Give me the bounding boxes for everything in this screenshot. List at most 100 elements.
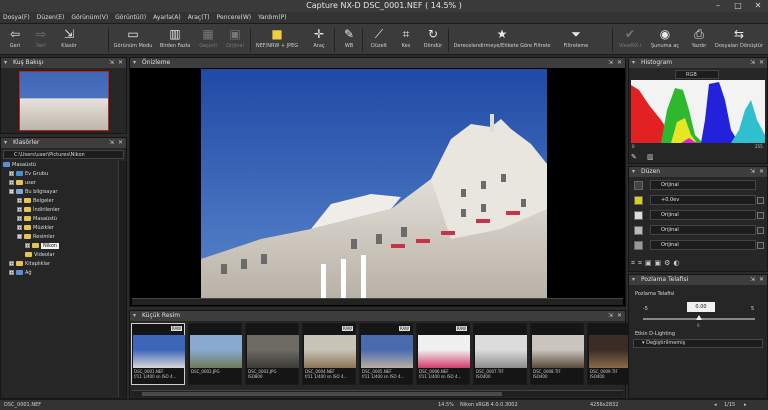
tree-item-nikon[interactable]: + Nikon bbox=[3, 242, 60, 251]
pin-icon[interactable]: ⇲ bbox=[608, 311, 613, 321]
close-window-button[interactable]: ✕ bbox=[748, 0, 768, 12]
original-button[interactable]: ▣ Orijinal bbox=[222, 26, 248, 54]
wb-button[interactable]: ✎ WB bbox=[338, 26, 360, 54]
thumbnail-item[interactable]: DSC_0002.JPG bbox=[188, 323, 242, 385]
expand-icon[interactable]: + bbox=[17, 216, 22, 221]
close-icon[interactable]: ✕ bbox=[118, 58, 123, 68]
expand-icon[interactable]: + bbox=[9, 180, 14, 185]
adjustment-checkbox[interactable] bbox=[757, 227, 764, 234]
browse-button[interactable]: ⇲ Klasör bbox=[56, 26, 82, 54]
collapse-icon[interactable]: – bbox=[9, 189, 14, 194]
thumbnail-item[interactable]: DSC_0003.JPG ISO800 bbox=[245, 323, 299, 385]
nef-jpeg-button[interactable]: ■ NEF/NRW + JPEG bbox=[252, 26, 302, 54]
rating-filter-button[interactable]: ★ Derecelendirmeye/Etikete Göre Filtrele bbox=[450, 26, 554, 54]
maximize-button[interactable]: □ bbox=[728, 0, 748, 12]
d-lighting-select[interactable]: ▾ Değiştirilmemiş bbox=[633, 339, 763, 348]
tree-item-documents[interactable]: + Belgeler bbox=[3, 197, 60, 206]
info-tab-icon[interactable]: ▥ bbox=[647, 153, 657, 162]
pin-icon[interactable]: ⇲ bbox=[750, 275, 755, 285]
tree-item-homegroup[interactable]: + Ev Grubu bbox=[3, 170, 60, 179]
convert-files-button[interactable]: ⇆ Dosyaları Dönüştür bbox=[712, 26, 766, 54]
exposure-slider-thumb[interactable] bbox=[696, 315, 702, 320]
tree-item-videos[interactable]: Videolar bbox=[3, 251, 60, 260]
thumbnail-item[interactable]: DSC_0007.TIF ISO400 bbox=[473, 323, 527, 385]
collapse-icon[interactable]: – bbox=[17, 234, 22, 239]
thumbnail-scrollbar[interactable] bbox=[132, 390, 623, 397]
multi-view-button[interactable]: ▥ Birden Fazla bbox=[157, 26, 193, 54]
menu-edit[interactable]: Düzen(E) bbox=[37, 12, 65, 23]
view-mode-button[interactable]: ▭ Görünüm Modu bbox=[112, 26, 154, 54]
expand-icon[interactable]: + bbox=[9, 171, 14, 176]
viewer-scrollbar[interactable] bbox=[132, 298, 623, 305]
thumbnail-item[interactable]: RAW DSC_0005.NEF f/11 1/400 sn ISO 4... bbox=[359, 323, 413, 385]
close-icon[interactable]: ✕ bbox=[617, 311, 622, 321]
thumbnail-item[interactable]: RAW DSC_0001.NEF f/11 1/400 sn ISO 4... bbox=[131, 323, 185, 385]
folder-scrollbar[interactable] bbox=[118, 161, 126, 397]
adjustment-checkbox[interactable] bbox=[757, 242, 764, 249]
pin-icon[interactable]: ⇲ bbox=[109, 58, 114, 68]
folder-path-field[interactable]: C:\Users\user\Pictures\Nikon bbox=[3, 150, 124, 159]
adjustment-row[interactable]: Orijinal bbox=[630, 240, 766, 252]
overview-thumbnail[interactable] bbox=[19, 71, 109, 131]
expand-icon[interactable]: + bbox=[25, 243, 30, 248]
menu-help[interactable]: Yardım(P) bbox=[258, 12, 287, 23]
scrollbar-thumb[interactable] bbox=[142, 392, 502, 396]
menu-image[interactable]: Görüntü(I) bbox=[115, 12, 146, 23]
expand-icon[interactable]: + bbox=[9, 261, 14, 266]
menu-tools[interactable]: Araç(T) bbox=[188, 12, 210, 23]
minimize-button[interactable]: – bbox=[708, 0, 728, 12]
channel-select[interactable]: RGB bbox=[675, 70, 719, 79]
menu-file[interactable]: Dosya(F) bbox=[3, 12, 30, 23]
tree-item-this-pc[interactable]: – Bu bilgisayar bbox=[3, 188, 60, 197]
close-icon[interactable]: ✕ bbox=[759, 167, 764, 177]
expand-icon[interactable]: + bbox=[17, 225, 22, 230]
back-button[interactable]: ⇦ Geri bbox=[4, 26, 26, 54]
pin-icon[interactable]: ⇲ bbox=[109, 138, 114, 148]
thumbnail-item[interactable]: RAW DSC_0006.NEF f/11 1/400 sn ISO 4... bbox=[416, 323, 470, 385]
tree-item-libraries[interactable]: + Kitaplıklar bbox=[3, 260, 60, 269]
adjustment-tools-row[interactable]: ⌗⌗▣▣⚙◐ bbox=[631, 257, 765, 269]
prev-icon[interactable]: ◂ bbox=[714, 400, 717, 410]
expand-icon[interactable]: + bbox=[17, 198, 22, 203]
tree-item-network[interactable]: + Ağ bbox=[3, 269, 60, 278]
filter-button[interactable]: ⏷ Filtreleme bbox=[556, 26, 596, 54]
crop-button[interactable]: ⌗ Kes bbox=[394, 26, 418, 54]
tree-item-user[interactable]: + user bbox=[3, 179, 60, 188]
print-button[interactable]: ⎙ Yazdır bbox=[686, 26, 712, 54]
close-icon[interactable]: ✕ bbox=[759, 275, 764, 285]
adjustment-row[interactable]: +0.0ev bbox=[630, 195, 766, 207]
close-icon[interactable]: ✕ bbox=[759, 58, 764, 68]
adjustment-row[interactable]: Orijinal bbox=[630, 210, 766, 222]
next-icon[interactable]: ▸ bbox=[744, 400, 747, 410]
expand-icon[interactable]: + bbox=[17, 207, 22, 212]
expand-icon[interactable]: + bbox=[9, 270, 14, 275]
main-photo[interactable] bbox=[201, 69, 547, 298]
exposure-value-field[interactable]: 0.00 bbox=[687, 302, 715, 312]
edit-tab-icon[interactable]: ✎ bbox=[631, 153, 641, 162]
menu-view[interactable]: Görünüm(V) bbox=[71, 12, 108, 23]
rotate-button[interactable]: ↻ Döndür bbox=[420, 26, 446, 54]
tool-button[interactable]: ✛ Araç bbox=[306, 26, 332, 54]
tree-item-desktop2[interactable]: + Masaüstü bbox=[3, 215, 60, 224]
forward-button[interactable]: ⇨ İleri bbox=[30, 26, 52, 54]
revert-button[interactable]: ▦ Geçerli bbox=[195, 26, 221, 54]
close-icon[interactable]: ✕ bbox=[118, 138, 123, 148]
pin-icon[interactable]: ⇲ bbox=[750, 58, 755, 68]
menu-window[interactable]: Pencere(W) bbox=[217, 12, 252, 23]
pin-icon[interactable]: ⇲ bbox=[750, 167, 755, 177]
tree-item-pictures[interactable]: – Resimler bbox=[3, 233, 60, 242]
adjustment-row[interactable]: Orijinal bbox=[630, 180, 766, 192]
menu-adjust[interactable]: Ayarla(A) bbox=[153, 12, 181, 23]
adjustment-checkbox[interactable] bbox=[757, 197, 764, 204]
open-with-button[interactable]: ◉ Şunuma aç bbox=[646, 26, 684, 54]
adjustment-checkbox[interactable] bbox=[757, 212, 764, 219]
pin-icon[interactable]: ⇲ bbox=[608, 58, 613, 68]
tree-item-downloads[interactable]: + İndirilenler bbox=[3, 206, 60, 215]
tree-item-music[interactable]: + Müzikler bbox=[3, 224, 60, 233]
tree-item-desktop[interactable]: Masaüstü bbox=[3, 161, 60, 170]
straighten-button[interactable]: ⟋ Düzelt bbox=[366, 26, 392, 54]
close-icon[interactable]: ✕ bbox=[617, 58, 622, 68]
thumbnail-item[interactable]: DSC_0008.TIF ISO400 bbox=[530, 323, 584, 385]
thumbnail-item[interactable]: RAW DSC_0004.NEF f/11 1/400 sn ISO 4... bbox=[302, 323, 356, 385]
adjustment-row[interactable]: Orijinal bbox=[630, 225, 766, 237]
